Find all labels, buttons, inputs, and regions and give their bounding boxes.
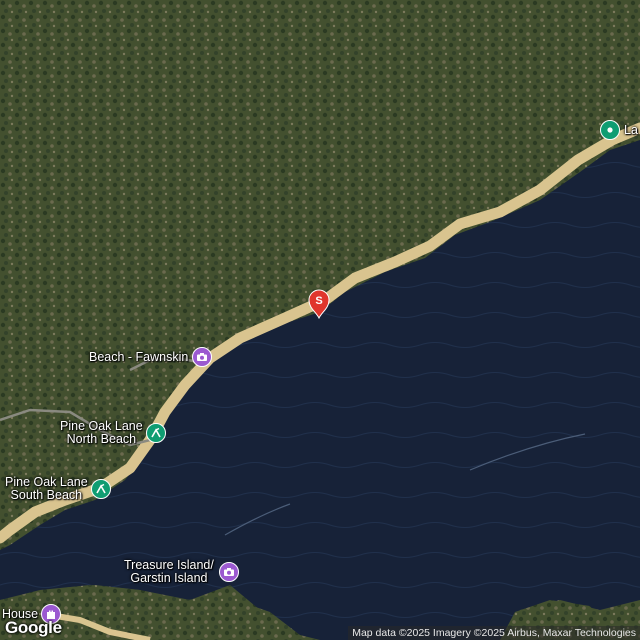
poi-la[interactable]: La	[600, 120, 638, 140]
poi-pine-oak-lane-south-beach[interactable]: Pine Oak Lane South Beach	[5, 476, 111, 502]
poi-label-line2: South Beach	[10, 488, 83, 502]
map-attribution[interactable]: Map data ©2025 Imagery ©2025 Airbus, Max…	[348, 626, 640, 640]
camera-icon	[192, 347, 213, 367]
search-pin-label: S	[315, 295, 322, 307]
poi-treasure-island[interactable]: Treasure Island/ Garstin Island	[124, 559, 239, 585]
hiking-icon	[90, 479, 111, 499]
poi-label: Pine Oak Lane South Beach	[5, 476, 88, 502]
location-icon	[600, 120, 620, 140]
poi-label: Treasure Island/ Garstin Island	[124, 559, 214, 585]
satellite-map[interactable]: S	[0, 0, 640, 640]
poi-label-line1: Pine Oak Lane	[5, 475, 88, 489]
poi-label-line2: North Beach	[66, 432, 137, 446]
poi-label-line2: Garstin Island	[130, 571, 208, 585]
poi-beach-fawnskin[interactable]: Beach - Fawnskin	[89, 347, 213, 367]
poi-label: Pine Oak Lane North Beach	[60, 420, 143, 446]
poi-label-line1: Treasure Island/	[124, 558, 214, 572]
camera-icon	[218, 562, 239, 582]
poi-label-line1: Pine Oak Lane	[60, 419, 143, 433]
google-logo: Google	[5, 618, 62, 637]
poi-pine-oak-lane-north-beach[interactable]: Pine Oak Lane North Beach	[60, 420, 166, 446]
poi-label: La	[624, 122, 638, 137]
hiking-icon	[145, 423, 166, 443]
poi-label: Beach - Fawnskin	[89, 349, 189, 364]
